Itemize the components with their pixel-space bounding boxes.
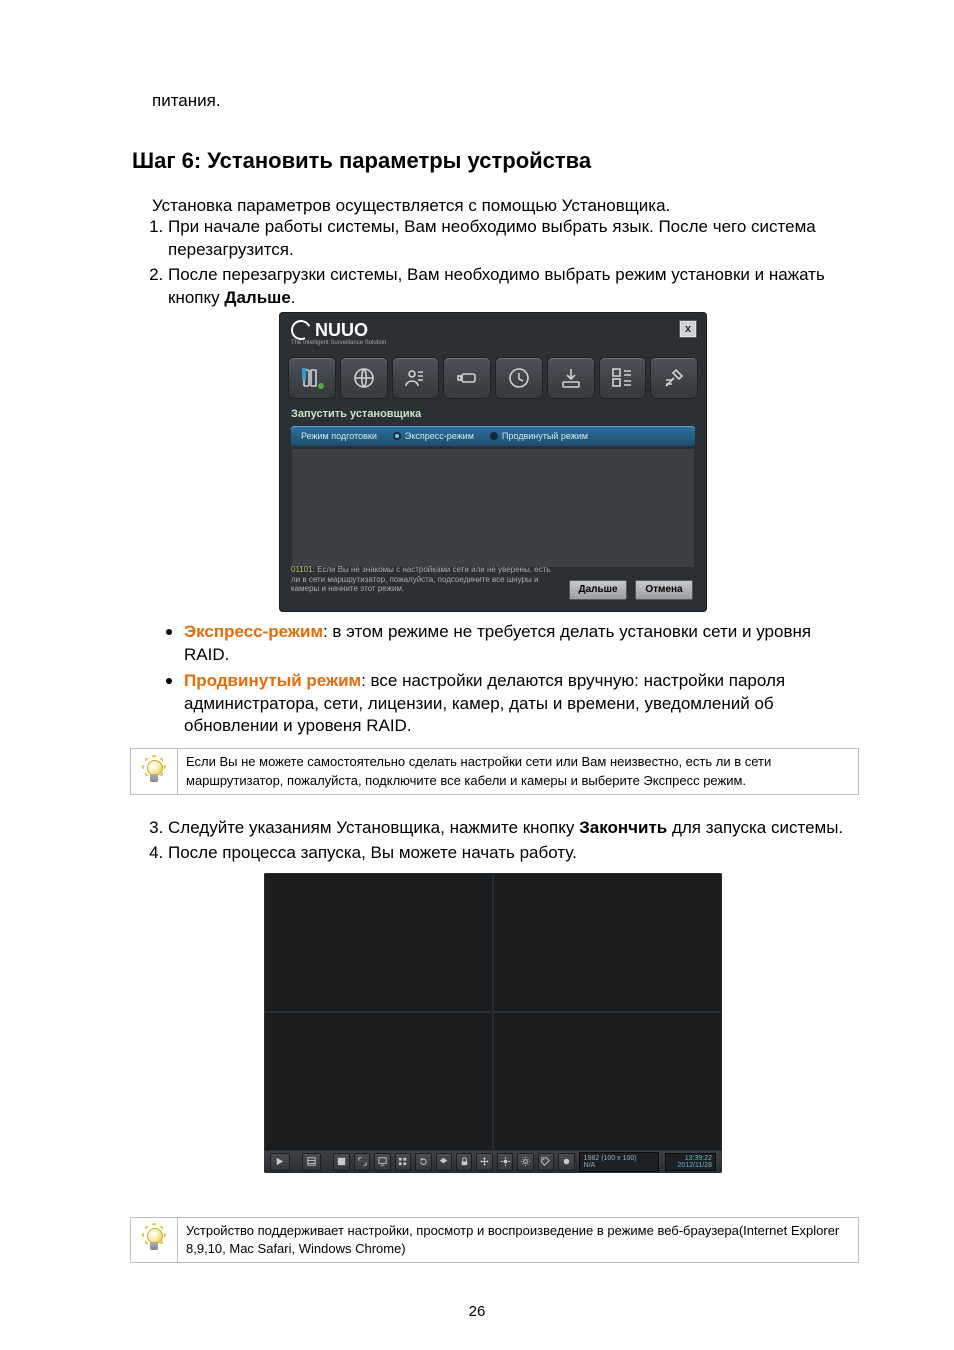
mode-bullets: Экспресс-режим: в этом режиме не требует…	[160, 618, 854, 739]
video-cell[interactable]	[264, 1012, 493, 1151]
tip-text: Устройство поддерживает настройки, просм…	[178, 1218, 858, 1262]
list-item-text: Следуйте указаниям Установщика, нажмите …	[168, 818, 579, 837]
move-icon[interactable]	[476, 1153, 492, 1171]
video-grid	[264, 873, 722, 1151]
status-line2: N/A	[584, 1162, 654, 1169]
radio-express[interactable]	[393, 432, 401, 440]
emphasis: Закончить	[579, 818, 667, 837]
logo-subtitle: The Intelligent Surveillance Solution	[291, 340, 386, 346]
mode-prep-label: Режим подготовки	[301, 431, 377, 441]
refresh-icon[interactable]	[415, 1153, 431, 1171]
lightbulb-icon	[141, 754, 167, 790]
cancel-button[interactable]: Отмена	[635, 580, 693, 600]
tag-icon[interactable]	[538, 1153, 554, 1171]
hint-text: 01101: Если Вы не знакомы с настройками …	[291, 565, 551, 594]
date-label: 2012/11/28	[677, 1162, 712, 1169]
record-icon[interactable]	[558, 1153, 574, 1171]
mode-advanced-label: Продвинутый режим	[502, 431, 588, 441]
intro-paragraph: Установка параметров осуществляется с по…	[152, 196, 854, 216]
tip-icon-cell	[131, 1218, 178, 1262]
ptz-icon[interactable]	[497, 1153, 513, 1171]
mode-bar: Режим подготовки Экспресс-режим Продвину…	[291, 426, 695, 446]
radio-advanced[interactable]	[490, 432, 498, 440]
time-label: 13:39:22	[685, 1155, 712, 1162]
raid-icon[interactable]	[600, 358, 646, 398]
close-button[interactable]: x	[679, 320, 697, 338]
expand-icon[interactable]	[354, 1153, 370, 1171]
status-box: 1982 (100 x 100) N/A	[579, 1152, 659, 1172]
storage-icon[interactable]	[289, 358, 335, 398]
liveview-screenshot: 1982 (100 x 100) N/A 13:39:22 2012/11/28	[264, 873, 722, 1173]
tip-box: Устройство поддерживает настройки, просм…	[130, 1217, 859, 1263]
liveview-toolbar: 1982 (100 x 100) N/A 13:39:22 2012/11/28	[264, 1151, 722, 1173]
installer-screenshot: NUUO The Intelligent Surveillance Soluti…	[279, 312, 707, 612]
list-item: Экспресс-режим: в этом режиме не требует…	[184, 618, 854, 667]
mode-express-label: Экспресс-режим	[405, 431, 474, 441]
download-icon[interactable]	[548, 358, 594, 398]
express-mode-label: Экспресс-режим	[184, 622, 323, 641]
paragraph: питания.	[152, 90, 854, 113]
logo-text: NUUO	[315, 320, 368, 341]
tip-text: Если Вы не можете самостоятельно сделать…	[178, 749, 858, 793]
video-cell[interactable]	[264, 873, 493, 1012]
layers-icon[interactable]	[436, 1153, 452, 1171]
list-item: После перезагрузки системы, Вам необходи…	[168, 264, 854, 310]
gear-icon[interactable]	[517, 1153, 533, 1171]
grid1-icon[interactable]	[333, 1153, 349, 1171]
advanced-mode-label: Продвинутый режим	[184, 671, 361, 690]
list-item: Продвинутый режим: все настройки делаютс…	[184, 667, 854, 739]
grid4-icon[interactable]	[395, 1153, 411, 1171]
tip-box: Если Вы не можете самостоятельно сделать…	[130, 748, 859, 794]
step-heading: Шаг 6: Установить параметры устройства	[132, 148, 854, 174]
hint-code: 01101:	[291, 565, 315, 574]
status-line1: 1982 (100 x 100)	[584, 1155, 654, 1162]
lightbulb-icon	[141, 1222, 167, 1258]
datetime-box: 13:39:22 2012/11/28	[665, 1153, 716, 1171]
tip-icon-cell	[131, 749, 178, 793]
list-item: После процесса запуска, Вы можете начать…	[168, 842, 854, 865]
list-item-text: для запуска системы.	[667, 818, 843, 837]
logo: NUUO	[291, 320, 368, 341]
lock-icon[interactable]	[456, 1153, 472, 1171]
device-icon[interactable]	[444, 358, 490, 398]
ordered-list: Следуйте указаниям Установщика, нажмите …	[144, 817, 854, 865]
video-cell[interactable]	[493, 1012, 722, 1151]
tools-icon[interactable]	[651, 358, 697, 398]
clock-icon[interactable]	[496, 358, 542, 398]
hint-body: Если Вы не знакомы с настройками сети ил…	[291, 565, 550, 593]
toolbar	[289, 358, 697, 398]
mode-content-area	[291, 448, 695, 568]
list-item: Следуйте указаниям Установщика, нажмите …	[168, 817, 854, 840]
list-item: При начале работы системы, Вам необходим…	[168, 216, 854, 262]
globe-icon[interactable]	[341, 358, 387, 398]
page-number: 26	[0, 1303, 954, 1320]
emphasis: Дальше	[224, 288, 290, 307]
ordered-list: При начале работы системы, Вам необходим…	[144, 216, 854, 310]
next-button[interactable]: Дальше	[569, 580, 627, 600]
play-icon[interactable]	[270, 1153, 290, 1171]
list-item-text: .	[291, 288, 296, 307]
section-label: Запустить установщика	[291, 408, 421, 420]
video-cell[interactable]	[493, 873, 722, 1012]
users-icon[interactable]	[393, 358, 439, 398]
list-icon[interactable]	[302, 1153, 322, 1171]
monitor-icon[interactable]	[374, 1153, 390, 1171]
